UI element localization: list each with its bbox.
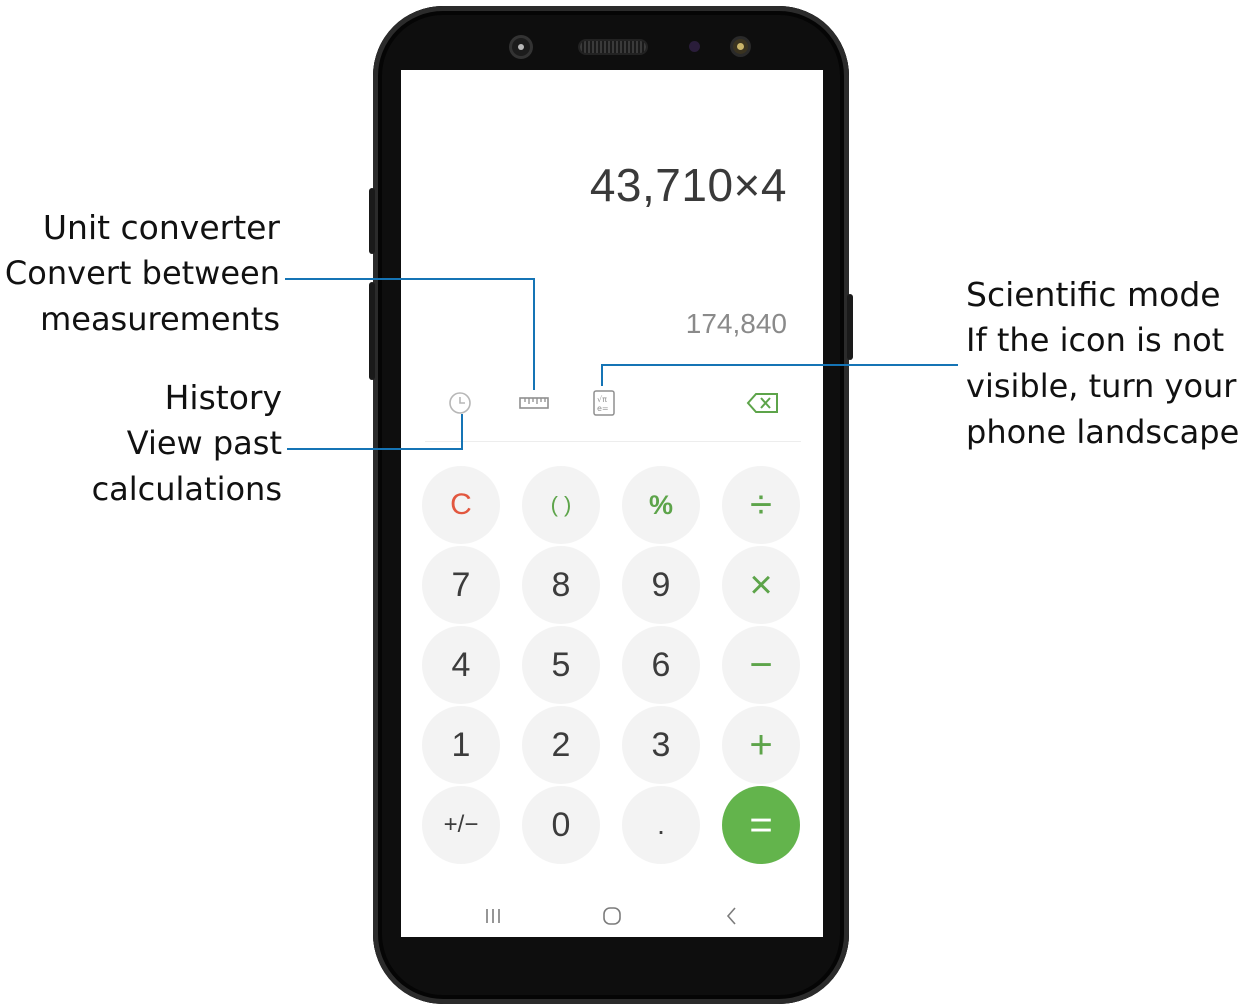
clear-button[interactable]: C: [422, 466, 500, 544]
unit-converter-callout-line2: measurements: [40, 300, 280, 338]
digit-7-button[interactable]: 7: [422, 546, 500, 624]
unit-converter-callout: Unit converter Convert between measureme…: [5, 206, 280, 342]
digit-9-button[interactable]: 9: [622, 546, 700, 624]
unit-converter-callout-title: Unit converter: [42, 208, 280, 247]
history-callout-title: History: [164, 378, 282, 417]
home-nav-icon[interactable]: [594, 901, 630, 931]
digit-1-button[interactable]: 1: [422, 706, 500, 784]
history-callout-line1: View past: [126, 424, 282, 462]
plus-button[interactable]: +: [722, 706, 800, 784]
equals-button[interactable]: =: [722, 786, 800, 864]
flash-icon: [733, 39, 748, 54]
back-nav-icon[interactable]: [714, 901, 750, 931]
svg-text:e=: e=: [597, 404, 609, 413]
proximity-sensor-icon: [689, 41, 700, 52]
svg-text:√π: √π: [597, 395, 607, 404]
earpiece-speaker: [580, 41, 646, 53]
minus-button[interactable]: −: [722, 626, 800, 704]
scientific-leader-h: [601, 364, 958, 366]
navigation-bar: [401, 891, 823, 937]
scientific-callout-line2: visible, turn your: [966, 367, 1237, 405]
toolbar-divider: [425, 441, 801, 442]
decimal-button[interactable]: .: [622, 786, 700, 864]
history-icon[interactable]: [443, 386, 477, 420]
digit-8-button[interactable]: 8: [522, 546, 600, 624]
digit-4-button[interactable]: 4: [422, 626, 500, 704]
parentheses-button[interactable]: ( ): [522, 466, 600, 544]
digit-3-button[interactable]: 3: [622, 706, 700, 784]
history-callout-line2: calculations: [91, 470, 282, 508]
power-button: [847, 294, 853, 360]
scientific-callout: Scientific mode If the icon is not visib…: [966, 273, 1239, 455]
history-leader-h: [287, 448, 463, 450]
expression-number: 43,710: [589, 159, 734, 211]
unit-converter-leader-h: [285, 278, 535, 280]
backspace-icon[interactable]: [746, 386, 780, 420]
scientific-leader-v: [601, 364, 603, 386]
result-preview: 174,840: [685, 308, 787, 339]
plus-minus-button[interactable]: +/−: [422, 786, 500, 864]
multiply-button[interactable]: ×: [722, 546, 800, 624]
expression-operand: 4: [760, 159, 787, 211]
front-camera-icon: [512, 38, 530, 56]
divide-button[interactable]: ÷: [722, 466, 800, 544]
digit-6-button[interactable]: 6: [622, 626, 700, 704]
volume-up-button: [369, 188, 375, 254]
digit-2-button[interactable]: 2: [522, 706, 600, 784]
scientific-mode-icon[interactable]: √π e=: [587, 386, 621, 420]
expression-display: 43,710×4: [590, 158, 787, 212]
percent-button[interactable]: %: [622, 466, 700, 544]
volume-down-button: [369, 282, 375, 380]
scientific-callout-line1: If the icon is not: [966, 321, 1225, 359]
unit-converter-icon[interactable]: [517, 386, 551, 420]
expression-operator: ×: [733, 159, 761, 211]
calculator-screen: 43,710×4 174,840 √π e= C ( ) % ÷ 7 8 9 × …: [401, 70, 823, 937]
scientific-callout-line3: phone landscape: [966, 413, 1240, 451]
recents-nav-icon[interactable]: [475, 901, 511, 931]
unit-converter-leader-v: [533, 278, 535, 390]
digit-0-button[interactable]: 0: [522, 786, 600, 864]
history-callout: History View past calculations: [92, 376, 282, 512]
digit-5-button[interactable]: 5: [522, 626, 600, 704]
history-leader-v: [461, 414, 463, 450]
unit-converter-callout-line1: Convert between: [4, 254, 280, 292]
scientific-callout-title: Scientific mode: [966, 275, 1221, 314]
